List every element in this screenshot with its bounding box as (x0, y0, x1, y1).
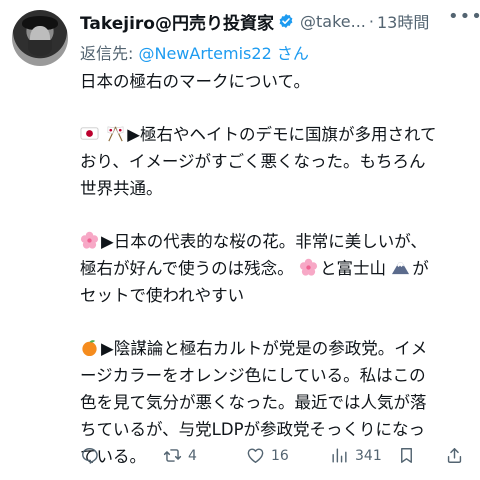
reply-context: 返信先: @NewArtemis22 さん (80, 40, 309, 64)
separator-dot: · (368, 11, 374, 31)
share-button[interactable] (445, 446, 464, 465)
heart-icon (247, 448, 264, 463)
mount-fuji-icon (392, 262, 410, 275)
avatar[interactable] (12, 10, 68, 66)
flag-japan-icon (80, 127, 99, 140)
author-name[interactable]: Takejiro@円売り投資家 (80, 9, 274, 34)
text-segment: ▶日本の代表的な桜の花。非常に美しいが、 (101, 232, 427, 251)
text-line: おり、イメージがすごく悪くなった。もちろん (80, 152, 426, 171)
text-segment: ▶陰謀論と極右カルトが党是の参政党。イメ (101, 339, 428, 358)
text-segment: と富士山 (319, 259, 386, 278)
text-line: 日本の極右のマークについて。 (80, 72, 311, 91)
retweet-count: 4 (188, 447, 197, 464)
like-button[interactable]: 16 (246, 446, 289, 465)
author-handle[interactable]: @take... (300, 12, 366, 31)
reply-icon (82, 448, 98, 464)
like-count: 16 (271, 447, 289, 464)
bookmark-button[interactable] (397, 446, 416, 465)
text-segment: ▶極右やヘイトのデモに国旗が多用されて (127, 125, 437, 144)
retweet-button[interactable]: 4 (163, 446, 197, 465)
text-line: セットで使われやすい (80, 286, 245, 305)
text-line: ▶日本の代表的な桜の花。非常に美しいが、 (80, 228, 475, 255)
text-segment: が (412, 259, 429, 278)
text-line: ▶陰謀論と極右カルトが党是の参政党。イメ (80, 335, 475, 362)
views-icon (332, 448, 347, 463)
text-line: 世界共通。 (80, 179, 163, 198)
tangerine-icon (82, 340, 97, 357)
text-line: ージカラーをオレンジ色にしている。私はこの (80, 366, 426, 385)
views-button[interactable]: 341 (330, 446, 382, 465)
text-line: 極右が好んで使うのは残念。 と富士山 が (80, 255, 475, 282)
reply-to-link[interactable]: @NewArtemis22 さん (138, 44, 308, 63)
reply-button[interactable] (80, 446, 105, 465)
verified-badge-icon (279, 14, 293, 28)
bookmark-icon (401, 448, 412, 463)
text-line: 色を見て気分が悪くなった。最近では人気が落 (80, 393, 427, 412)
cherry-blossom-icon (299, 258, 317, 276)
text-line: ちているが、与党LDPが参政党そっくりになっ (80, 420, 426, 439)
text-line: ▶極右やヘイトのデモに国旗が多用されて (80, 121, 475, 148)
text-segment: 極右が好んで使うのは残念。 (80, 259, 294, 278)
retweet-icon (163, 449, 182, 462)
cherry-blossom-icon (80, 231, 99, 249)
post-time[interactable]: 13時間 (377, 9, 429, 33)
more-options-icon[interactable]: ••• (448, 8, 480, 28)
reply-prefix: 返信先: (80, 44, 139, 63)
crossed-flags-icon (107, 126, 124, 142)
action-bar: 4 16 341 (80, 446, 470, 468)
share-icon (447, 448, 462, 463)
tweet-header: Takejiro@円売り投資家 @take... · 13時間 (80, 9, 440, 34)
view-count: 341 (355, 447, 382, 464)
tweet-text: 日本の極右のマークについて。 ▶極右やヘイトのデモに国旗が多用されて おり、イメ… (80, 68, 475, 470)
